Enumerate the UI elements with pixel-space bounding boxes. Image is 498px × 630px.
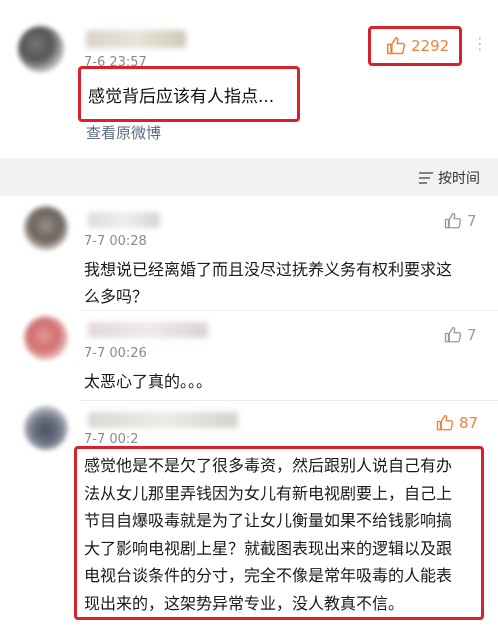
highlight-box-likes xyxy=(368,26,462,66)
sort-label: 按时间 xyxy=(438,171,480,187)
sort-by-time-button[interactable]: 按时间 xyxy=(418,168,480,188)
sort-icon xyxy=(419,172,433,184)
username[interactable] xyxy=(88,322,208,338)
comment-line: 么多吗？ xyxy=(84,287,149,306)
comment-line: 太恶心了真的。。。 xyxy=(84,372,213,391)
like-button[interactable]: 7 xyxy=(444,212,477,230)
comment-line: 我想说已经离婚了而且没尽过抚养义务有权利要求这 xyxy=(84,260,453,279)
comment-text: 我想说已经离婚了而且没尽过抚养义务有权利要求这 么多吗？ xyxy=(84,256,452,310)
like-count: 87 xyxy=(459,414,479,432)
avatar[interactable] xyxy=(24,316,68,360)
like-count: 7 xyxy=(467,326,477,344)
like-button[interactable]: 7 xyxy=(444,326,477,344)
like-count: 7 xyxy=(467,212,477,230)
username[interactable] xyxy=(88,212,160,228)
view-original-link[interactable]: 查看原微博 xyxy=(86,122,161,143)
divider xyxy=(80,400,498,401)
top-comment: 7-6 23:57 2292 ⋮ 感觉背后应该有人指点... 查看原微博 xyxy=(0,0,498,158)
comment-text: 太恶心了真的。。。 xyxy=(84,368,212,395)
more-icon[interactable]: ⋮ xyxy=(472,34,488,53)
comment-time: 7-7 00:2 xyxy=(84,432,139,447)
thumbs-up-icon xyxy=(436,414,454,431)
comment-time: 7-7 00:28 xyxy=(84,234,147,249)
like-button[interactable]: 87 xyxy=(436,414,478,432)
avatar[interactable] xyxy=(24,406,68,450)
username[interactable] xyxy=(86,30,186,48)
thumbs-up-icon xyxy=(444,326,462,343)
username[interactable] xyxy=(88,412,238,428)
avatar[interactable] xyxy=(24,206,68,250)
highlight-box-text xyxy=(78,66,300,122)
avatar[interactable] xyxy=(18,26,64,72)
divider xyxy=(80,310,498,311)
thumbs-up-icon xyxy=(444,212,462,229)
highlight-box-text xyxy=(74,446,484,620)
comment-time: 7-7 00:26 xyxy=(84,346,147,361)
